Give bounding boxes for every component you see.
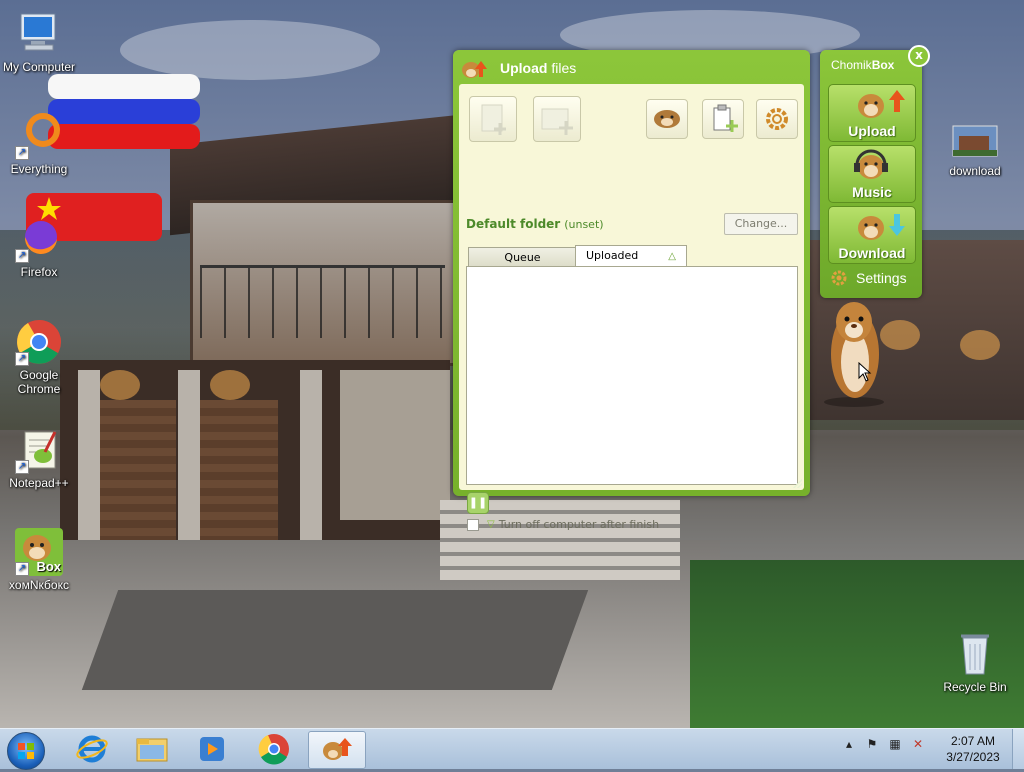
clipboard-add-icon: [703, 104, 743, 141]
chomikbox-widget: ChomikBox Upload Music Download Settings: [820, 50, 922, 298]
desktop-icon-label: Firefox: [20, 265, 58, 279]
chrome-icon: ↗: [15, 318, 63, 366]
image-file-icon: [951, 122, 999, 158]
desktop-icon-recycle-bin[interactable]: Recycle Bin: [936, 630, 1014, 694]
turn-off-option: ▽ Turn off computer after finish: [467, 518, 659, 531]
download-arrow-icon: [851, 210, 905, 244]
shortcut-arrow-icon: ↗: [15, 460, 29, 474]
upload-arrow-icon: [851, 88, 905, 122]
media-player-icon: [200, 737, 224, 761]
change-folder-button[interactable]: Change...: [724, 213, 798, 235]
window-titlebar[interactable]: Upload files: [453, 50, 810, 84]
chomik-account-button[interactable]: [646, 99, 688, 139]
desktop-icon-everything[interactable]: ↗ Everything: [0, 112, 78, 176]
shortcut-arrow-icon: ↗: [15, 352, 29, 366]
turn-off-label: Turn off computer after finish: [498, 518, 660, 531]
sort-triangle-icon: △: [668, 251, 676, 262]
upload-panel: Default folder (unset) Change... Queue Up…: [459, 84, 804, 531]
settings-button[interactable]: [756, 99, 798, 139]
headphones-icon: [851, 149, 891, 183]
show-hidden-icons[interactable]: ▴: [842, 737, 856, 751]
paste-upload-button[interactable]: [702, 99, 744, 139]
hamster-icon: [647, 110, 687, 141]
firefox-icon: ↗: [15, 215, 63, 263]
desktop-icon-firefox[interactable]: ↗ Firefox: [0, 215, 78, 279]
widget-title: ChomikBox: [831, 58, 895, 72]
add-files-button[interactable]: [469, 96, 517, 142]
system-tray: ▴ ⚑ ▦ ✕: [842, 737, 925, 751]
taskbar-windows-media-player[interactable]: [186, 731, 238, 767]
windows-logo-icon: [18, 743, 34, 759]
taskbar-internet-explorer[interactable]: [66, 731, 118, 767]
desktop-icon-label: Everything: [10, 162, 68, 176]
chrome-icon: [258, 734, 289, 765]
hamster-mascot[interactable]: [818, 292, 888, 407]
network-icon[interactable]: ▦: [888, 737, 902, 751]
widget-music-button[interactable]: Music: [828, 145, 916, 203]
add-file-icon: [470, 104, 516, 144]
turn-off-checkbox[interactable]: [467, 518, 479, 531]
pause-icon: ❚❚: [468, 496, 488, 509]
pause-button[interactable]: ❚❚: [467, 492, 489, 514]
add-folder-button[interactable]: [533, 96, 581, 142]
taskbar-chomikbox[interactable]: [308, 731, 366, 769]
upload-files-window: Upload files Default folder (unset) Chan…: [453, 50, 810, 531]
desktop-icon-label: Notepad++: [9, 476, 69, 490]
add-folder-icon: [534, 108, 580, 144]
volume-muted-icon[interactable]: ✕: [911, 737, 925, 751]
start-button[interactable]: [7, 732, 45, 770]
everything-search-icon: ↗: [15, 112, 63, 160]
expand-triangle-icon[interactable]: ▽: [487, 519, 495, 530]
taskbar-google-chrome[interactable]: [248, 731, 300, 767]
clock-time: 2:07 AM: [950, 734, 996, 748]
show-desktop-button[interactable]: [1012, 729, 1024, 769]
upload-hamster-icon: [460, 57, 487, 79]
internet-explorer-icon: [76, 735, 108, 763]
desktop-icon-label: My Computer: [2, 60, 76, 74]
desktop-icon-label: Google Chrome: [17, 368, 61, 396]
desktop-icon-label: хомNкбокс: [9, 578, 69, 592]
mouse-cursor-icon: [858, 362, 872, 382]
shortcut-arrow-icon: ↗: [15, 146, 29, 160]
resize-grip[interactable]: [792, 478, 802, 488]
shortcut-arrow-icon: ↗: [15, 249, 29, 263]
taskbar-clock[interactable]: 2:07 AM 3/27/2023: [940, 733, 1006, 765]
notepad-plus-plus-icon: ↗: [15, 426, 63, 474]
desktop-icon-notepad-plus-plus[interactable]: ↗ Notepad++: [0, 426, 78, 490]
tab-queue[interactable]: Queue: [468, 247, 577, 267]
chomikbox-icon: [323, 738, 352, 760]
action-center-flag-icon[interactable]: ⚑: [865, 737, 879, 751]
widget-close-button[interactable]: x: [908, 45, 930, 67]
clock-date: 3/27/2023: [946, 750, 1000, 764]
computer-icon: [15, 10, 63, 58]
chomikbox-icon-badge: Box: [36, 559, 61, 574]
desktop-icon-chomikbox[interactable]: Box ↗ хомNкбокс: [0, 528, 78, 592]
uploaded-files-list[interactable]: [466, 266, 798, 485]
folder-icon: [136, 738, 168, 762]
desktop-icon-my-computer[interactable]: My Computer: [0, 10, 78, 74]
widget-download-button[interactable]: Download: [828, 206, 916, 264]
desktop-icon-label: download: [949, 164, 1001, 178]
tab-uploaded[interactable]: Uploaded △: [575, 245, 687, 267]
taskbar: ▴ ⚑ ▦ ✕ 2:07 AM 3/27/2023: [0, 728, 1024, 770]
gear-icon: [830, 269, 848, 287]
shortcut-arrow-icon: ↗: [15, 562, 29, 576]
chomikbox-icon: Box ↗: [15, 528, 63, 576]
desktop-icon-label: Recycle Bin: [943, 680, 1007, 694]
default-folder-label: Default folder (unset): [466, 217, 604, 231]
window-title: Upload files: [500, 60, 577, 76]
gear-icon: [757, 108, 797, 141]
recycle-bin-icon: [951, 630, 999, 678]
taskbar-windows-explorer[interactable]: [126, 731, 178, 767]
widget-upload-button[interactable]: Upload: [828, 84, 916, 142]
widget-settings-button[interactable]: Settings: [830, 269, 907, 287]
desktop-icon-google-chrome[interactable]: ↗ Google Chrome: [0, 318, 78, 396]
default-folder-value: (unset): [564, 218, 604, 231]
desktop-icon-download[interactable]: download: [936, 122, 1014, 178]
